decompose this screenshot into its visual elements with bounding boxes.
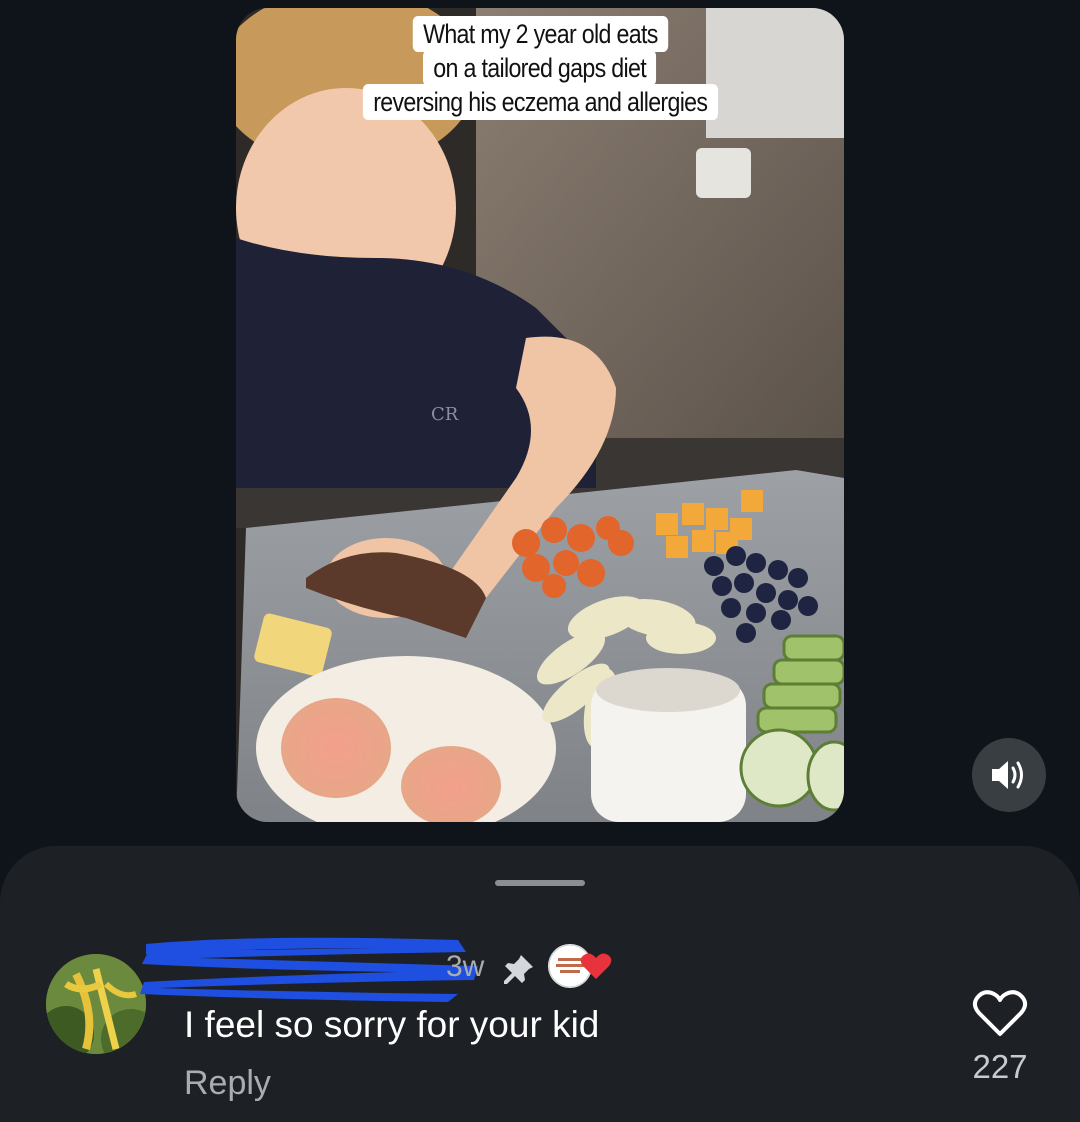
comment-time: 3w [446,950,485,983]
pin-icon [504,955,533,984]
volume-button[interactable] [972,738,1046,812]
red-heart-icon [580,953,612,979]
video-player[interactable]: CR What my 2 year old eats on a tailored… [236,8,844,822]
caption-line-1: What my 2 year old eats [412,16,668,52]
shirt-logo-text: CR [431,404,459,425]
speaker-on-icon [992,761,1023,789]
comment-text: I feel so sorry for your kid [184,1004,600,1045]
caption-line-2: on a tailored gaps diet [423,50,657,86]
video-frame: CR [236,8,844,822]
video-caption: What my 2 year old eats on a tailored ga… [236,16,844,120]
heart-outline-icon[interactable] [972,988,1028,1038]
username-redacted [140,937,478,1002]
app-screen: CR What my 2 year old eats on a tailored… [0,0,1080,1122]
avatar-image [46,954,146,1054]
caption-line-3: reversing his eczema and allergies [362,84,718,120]
like-count: 227 [972,1048,1028,1085]
sheet-drag-handle[interactable] [495,880,585,886]
comments-sheet: 3w I feel so sorry for your kid Reply 22… [0,846,1080,1122]
avatar[interactable] [46,954,146,1054]
reply-button[interactable]: Reply [184,1064,271,1103]
